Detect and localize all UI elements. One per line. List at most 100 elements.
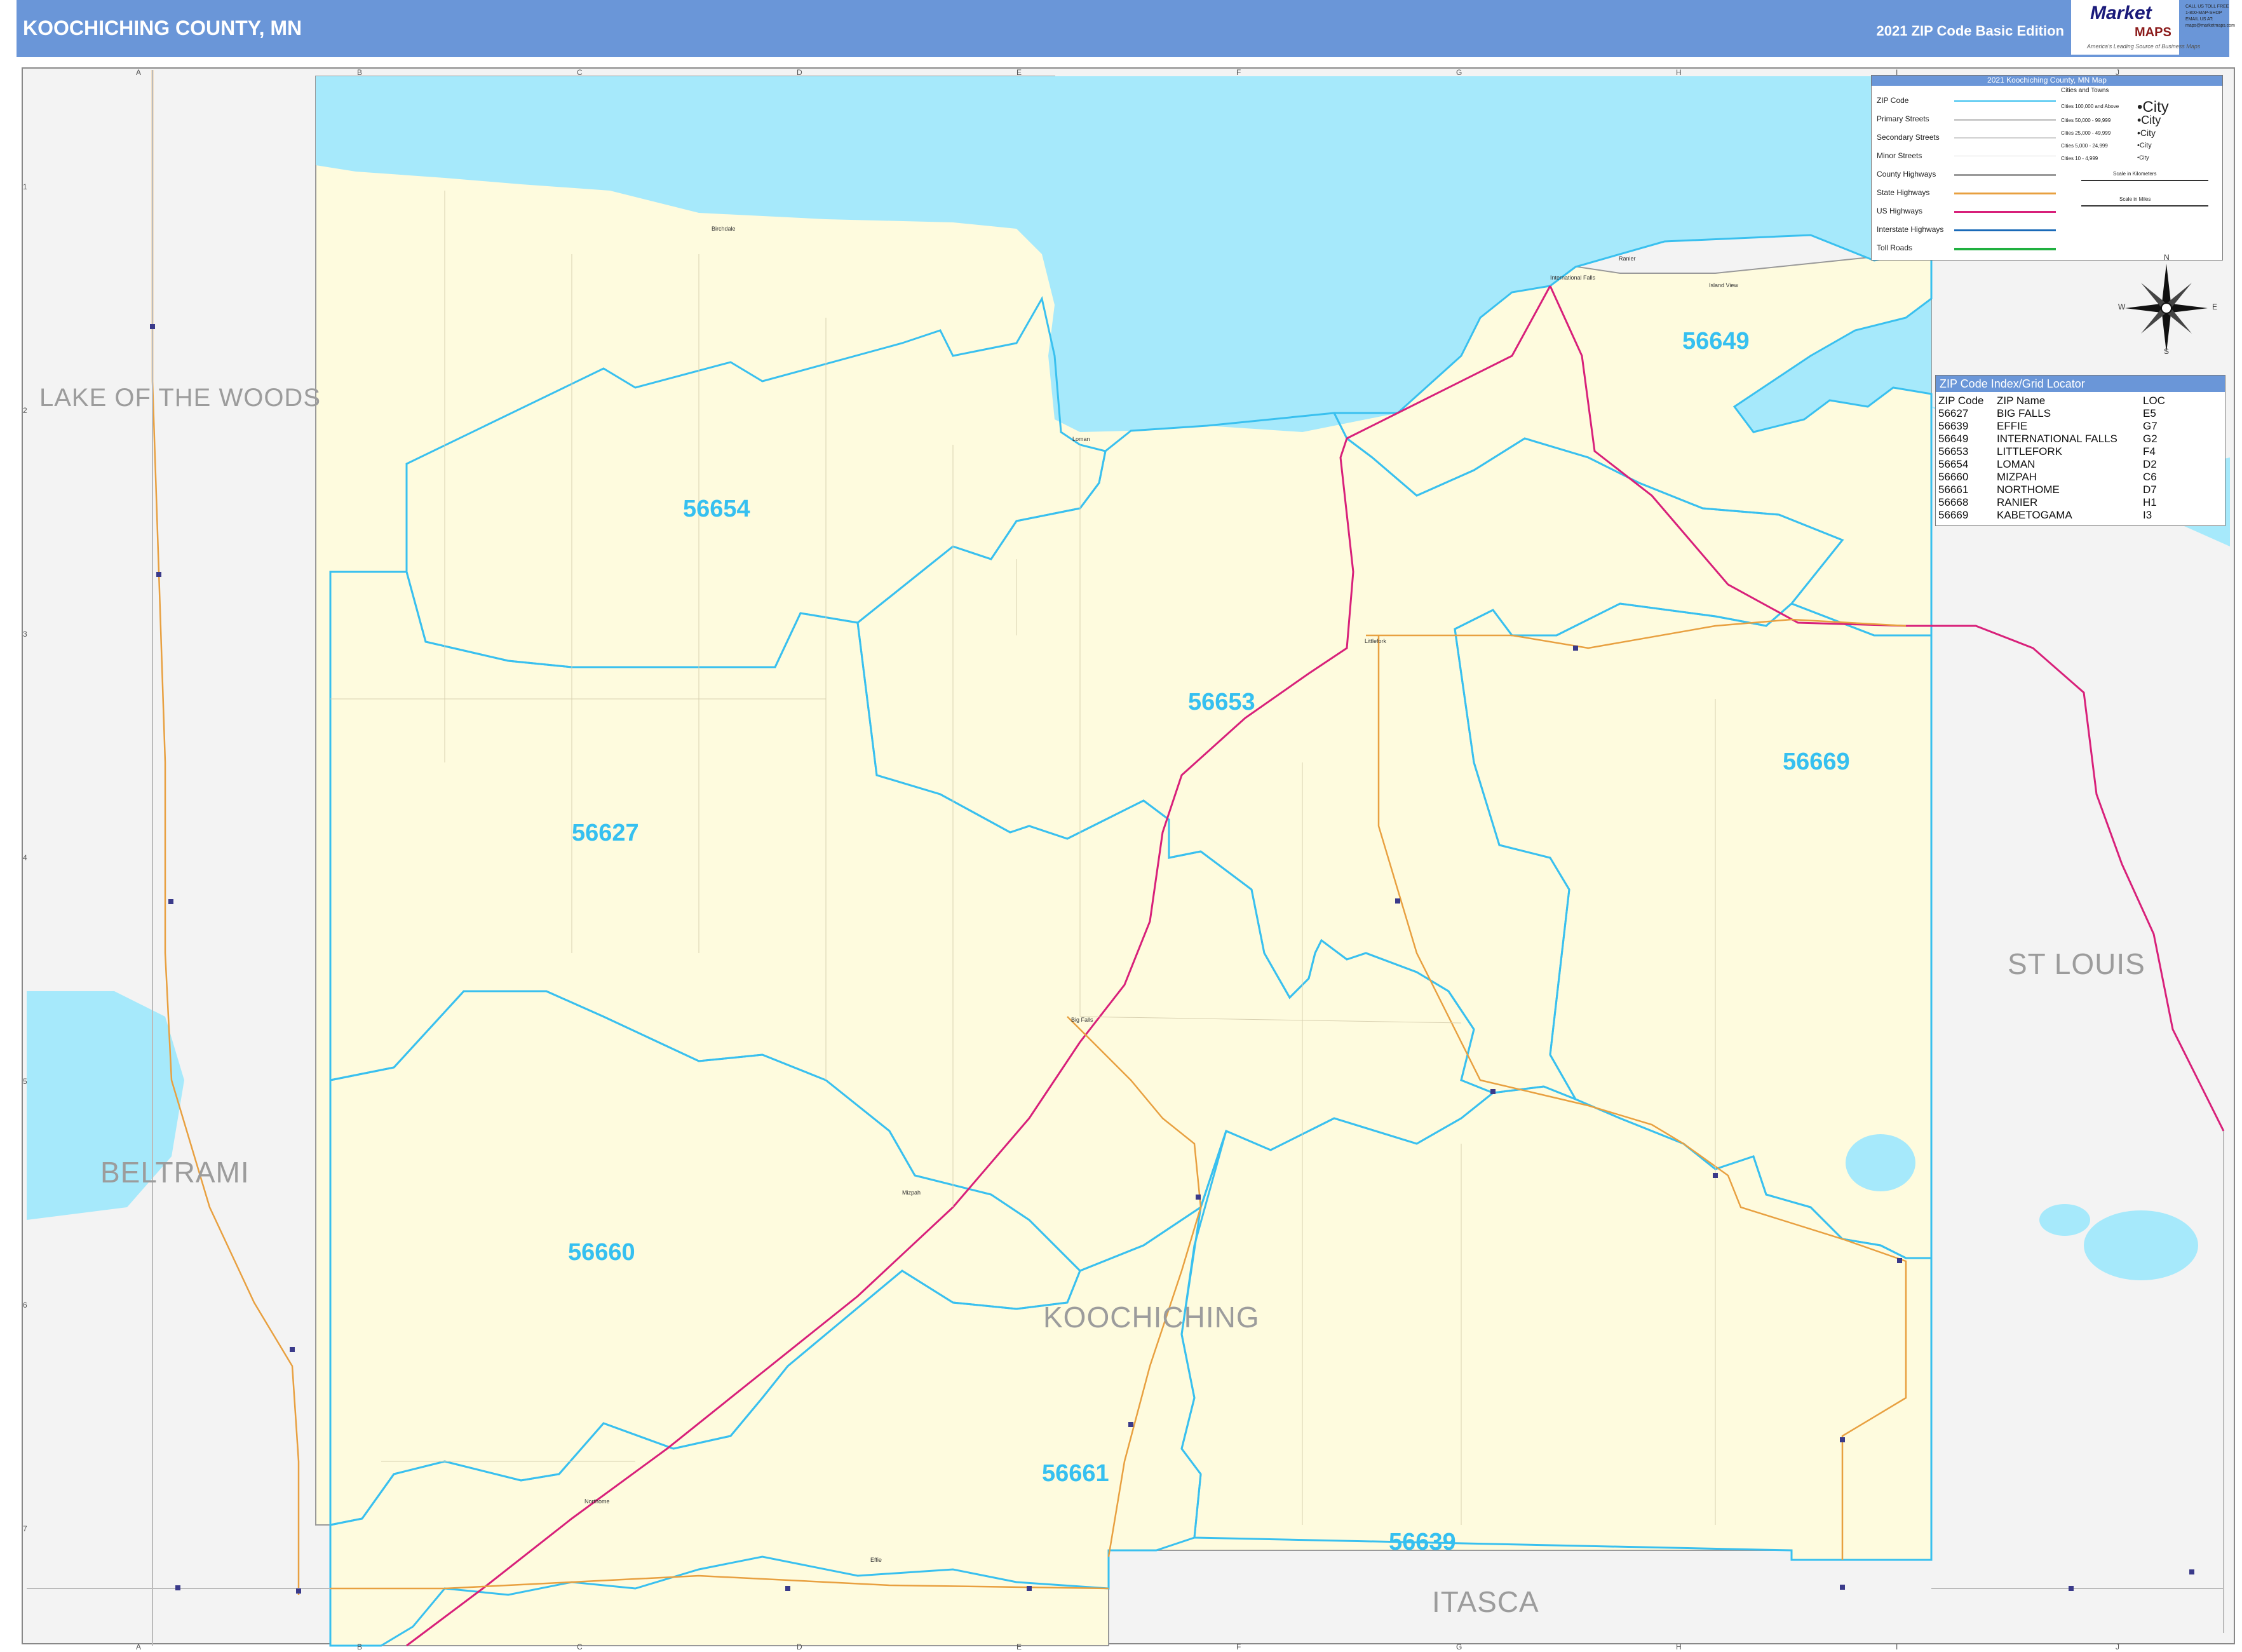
- legend-line-toll: [1954, 248, 2056, 250]
- grid-row-left-3: 3: [23, 630, 27, 639]
- shield-13: [1490, 1089, 1496, 1094]
- zip-index-row-name: BIG FALLS: [1997, 407, 2051, 419]
- compass-w-label: W: [2118, 302, 2126, 311]
- legend-scale-mi-bar: [2081, 205, 2208, 207]
- grid-col-top-e: E: [1016, 68, 1022, 77]
- legend-item-minor: Minor Streets: [1877, 151, 1922, 160]
- state-highway-72: [151, 70, 300, 1595]
- zip-index-row-name: NORTHOME: [1997, 484, 2060, 496]
- grid-col-bot-f: F: [1236, 1642, 1241, 1651]
- shield-15: [1897, 1258, 1902, 1263]
- shield-3: [168, 899, 173, 904]
- zip-index-row-loc: G7: [2143, 420, 2158, 432]
- legend-city-tier-4: Cities 5,000 - 24,999: [2061, 143, 2108, 149]
- shield-2: [156, 572, 161, 577]
- legend-city-tier-5: Cities 10 - 4,999: [2061, 156, 2098, 161]
- grid-col-top-g: G: [1456, 68, 1462, 77]
- zip-index-row-code: 56649: [1938, 433, 1969, 445]
- zip-index-row-code: 56654: [1938, 458, 1969, 470]
- zip-index-row-name: LITTLEFORK: [1997, 445, 2062, 457]
- grid-row-left-6: 6: [23, 1301, 27, 1310]
- shield-17: [1840, 1585, 1845, 1590]
- grid-col-top-c: C: [577, 68, 583, 77]
- zip-index-header-loc: LOC: [2143, 395, 2165, 407]
- grid-col-bot-j: J: [2116, 1642, 2119, 1651]
- grid-col-top-d: D: [797, 68, 802, 77]
- grid-col-top-a: A: [136, 68, 141, 77]
- compass-s-label: S: [2164, 347, 2170, 356]
- shield-16: [1840, 1437, 1845, 1442]
- shield-4: [290, 1347, 295, 1352]
- legend-cities-title: Cities and Towns: [2061, 87, 2109, 94]
- compass-rose: [2125, 264, 2208, 353]
- zip-label-56627: 56627: [572, 820, 639, 846]
- zip-label-56654: 56654: [683, 496, 750, 522]
- legend-city-tier-1: Cities 100,000 and Above: [2061, 104, 2119, 109]
- legend-city-sample-2: •City: [2137, 114, 2161, 126]
- grid-row-left-7: 7: [23, 1524, 27, 1533]
- lake-southeast-2: [2084, 1210, 2198, 1280]
- shield-19: [2189, 1569, 2194, 1574]
- zip-index-row-code: 56639: [1938, 420, 1969, 432]
- legend-city-tier-3: Cities 25,000 - 49,999: [2061, 130, 2111, 136]
- shield-10: [1196, 1195, 1201, 1200]
- grid-row-left-2: 2: [23, 406, 27, 415]
- legend-scale-km: Scale in Kilometers: [2113, 171, 2157, 177]
- legend-city-tier-2: Cities 50,000 - 99,999: [2061, 118, 2111, 123]
- shield-8: [1027, 1586, 1032, 1591]
- grid-col-bot-g: G: [1456, 1642, 1462, 1651]
- zip-index-row-code: 56668: [1938, 496, 1969, 508]
- zip-index-row-loc: D7: [2143, 484, 2157, 496]
- county-label-itasca: ITASCA: [1432, 1585, 1539, 1618]
- grid-row-left-1: 1: [23, 182, 27, 191]
- legend-item-interstate: Interstate Highways: [1877, 225, 1944, 234]
- zip-index-row-name: MIZPAH: [1997, 471, 2037, 483]
- place-birchdale: Birchdale: [712, 226, 736, 232]
- shield-12: [1573, 646, 1578, 651]
- zip-index-row-name: EFFIE: [1997, 420, 2028, 432]
- map-legend: 2021 Koochiching County, MN Map ZIP Code…: [1871, 75, 2223, 261]
- legend-line-secondary: [1954, 137, 2056, 139]
- legend-item-secondary: Secondary Streets: [1877, 133, 1940, 142]
- place-big-falls: Big Falls: [1071, 1017, 1093, 1023]
- zip-index-row-name: KABETOGAMA: [1997, 509, 2072, 521]
- shield-11: [1395, 898, 1400, 904]
- legend-scale-km-bar: [2081, 180, 2208, 181]
- county-label-koochiching: KOOCHICHING: [1043, 1301, 1260, 1334]
- grid-col-bot-e: E: [1016, 1642, 1022, 1651]
- grid-col-top-b: B: [357, 68, 362, 77]
- zip-index-row-code: 56669: [1938, 509, 1969, 521]
- shield-14: [1713, 1173, 1718, 1178]
- grid-col-top-f: F: [1236, 68, 1241, 77]
- place-mizpah: Mizpah: [902, 1189, 921, 1196]
- zip-index-row-code: 56660: [1938, 471, 1969, 483]
- zip-index-row-name: RANIER: [1997, 496, 2038, 508]
- zip-label-56649: 56649: [1682, 328, 1750, 355]
- place-island-view: Island View: [1709, 282, 1738, 288]
- zip-index-row-name: INTERNATIONAL FALLS: [1997, 433, 2117, 445]
- zip-label-56661: 56661: [1042, 1460, 1109, 1487]
- legend-line-us: [1954, 211, 2056, 213]
- legend-title: 2021 Koochiching County, MN Map: [1872, 76, 2222, 86]
- grid-col-bot-c: C: [577, 1642, 583, 1651]
- zip-index-row-loc: H1: [2143, 496, 2157, 508]
- zip-index-title: ZIP Code Index/Grid Locator: [1936, 376, 2225, 392]
- zip-index-row-loc: E5: [2143, 407, 2156, 419]
- zip-index-row-loc: D2: [2143, 458, 2157, 470]
- legend-item-county-hwy: County Highways: [1877, 170, 1936, 179]
- grid-col-top-h: H: [1676, 68, 1682, 77]
- grid-col-bot-a: A: [136, 1642, 141, 1651]
- lake-southeast-1: [1846, 1134, 1915, 1191]
- zip-index-row-code: 56653: [1938, 445, 1969, 457]
- legend-city-sample-5: •City: [2137, 154, 2149, 161]
- grid-col-bot-d: D: [797, 1642, 802, 1651]
- compass-e-label: E: [2212, 302, 2218, 311]
- shield-1: [150, 324, 155, 329]
- legend-scale-mi: Scale in Miles: [2119, 196, 2151, 202]
- place-ranier: Ranier: [1619, 255, 1636, 262]
- legend-item-us-hwy: US Highways: [1877, 207, 1923, 215]
- grid-row-left-5: 5: [23, 1077, 27, 1086]
- legend-item-primary: Primary Streets: [1877, 114, 1929, 123]
- compass-n-label: N: [2164, 253, 2170, 262]
- zip-index-row-code: 56661: [1938, 484, 1969, 496]
